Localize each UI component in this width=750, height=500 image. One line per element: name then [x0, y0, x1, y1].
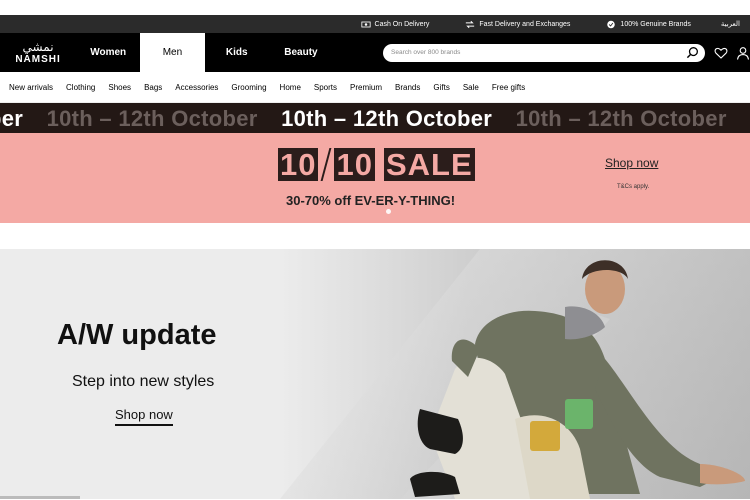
top-strip [0, 0, 750, 15]
cash-icon [360, 21, 371, 27]
terms-note: T&Cs apply. [617, 184, 650, 190]
marquee-text: 10th – 12th October [46, 106, 258, 131]
sale-dates-marquee: ber 10th – 12th October 10th – 12th Octo… [0, 103, 750, 133]
category-free-gifts[interactable]: Free gifts [492, 83, 525, 92]
sale-title: 10 10 SALE [278, 146, 475, 182]
search-box [383, 43, 706, 62]
tab-beauty[interactable]: Beauty [269, 33, 333, 72]
horizontal-scrollbar[interactable] [0, 496, 80, 499]
utility-delivery-label: Fast Delivery and Exchanges [479, 20, 571, 28]
language-switch[interactable]: العربية [721, 20, 740, 28]
aw-update-hero[interactable]: A/W update Step into new styles Shop now [0, 249, 750, 499]
logo-latin-text: NAMSHI [15, 53, 61, 65]
carousel-dot[interactable] [386, 209, 391, 214]
category-brands[interactable]: Brands [395, 83, 420, 92]
tab-men[interactable]: Men [140, 33, 205, 72]
hero-model-photo [280, 249, 750, 499]
category-shoes[interactable]: Shoes [108, 83, 131, 92]
marquee-track: ber 10th – 12th October 10th – 12th Octo… [0, 106, 750, 132]
section-spacer [0, 223, 750, 249]
category-clothing[interactable]: Clothing [66, 83, 95, 92]
utility-cod[interactable]: Cash On Delivery [360, 20, 430, 29]
category-sale[interactable]: Sale [463, 83, 479, 92]
utility-genuine-label: 100% Genuine Brands [620, 20, 691, 28]
utility-delivery[interactable]: Fast Delivery and Exchanges [465, 20, 570, 29]
category-gifts[interactable]: Gifts [433, 83, 449, 92]
category-bags[interactable]: Bags [144, 83, 162, 92]
sale-title-part: 10 [334, 146, 375, 182]
utility-bar: Cash On Delivery Fast Delivery and Excha… [0, 15, 750, 33]
slash-divider [321, 148, 331, 181]
header-icons [714, 33, 750, 72]
hero-shop-now-link[interactable]: Shop now [115, 407, 173, 426]
category-accessories[interactable]: Accessories [175, 83, 218, 92]
category-sports[interactable]: Sports [314, 83, 337, 92]
utility-cod-label: Cash On Delivery [374, 20, 430, 28]
tab-women[interactable]: Women [76, 33, 140, 72]
tab-kids[interactable]: Kids [205, 33, 269, 72]
sale-subtitle: 30-70% off EV-ER-Y-THING! [286, 193, 456, 208]
badge-check-icon [607, 20, 616, 28]
sale-title-part: SALE [383, 146, 475, 182]
category-grooming[interactable]: Grooming [231, 83, 266, 92]
search-input[interactable] [391, 49, 687, 56]
category-new-arrivals[interactable]: New arrivals [9, 83, 53, 92]
account-user-icon[interactable] [736, 46, 750, 60]
marquee-text: ber [0, 106, 24, 131]
category-premium[interactable]: Premium [350, 83, 382, 92]
main-header: نمشي NAMSHI Women Men Kids Beauty [0, 33, 750, 72]
sale-promo-banner[interactable]: 10 10 SALE 30-70% off EV-ER-Y-THING! Sho… [0, 133, 750, 223]
promo-shop-now-link[interactable]: Shop now [605, 156, 658, 170]
hero-subtitle: Step into new styles [72, 373, 215, 390]
search-wrap [383, 33, 706, 72]
logo-arabic-text: نمشي [22, 39, 54, 54]
marquee-text: 10th – 12th October [515, 106, 727, 131]
exchange-icon [466, 20, 475, 28]
marquee-text: 10th – 12th October [281, 106, 493, 131]
search-icon[interactable] [686, 46, 699, 59]
utility-genuine[interactable]: 100% Genuine Brands [606, 20, 691, 29]
namshi-logo[interactable]: نمشي NAMSHI [0, 33, 76, 72]
sale-title-part: 10 [278, 146, 319, 182]
hero-title: A/W update [57, 319, 217, 351]
category-home[interactable]: Home [280, 83, 301, 92]
category-nav: New arrivals Clothing Shoes Bags Accesso… [0, 72, 750, 103]
wishlist-heart-icon[interactable] [714, 46, 728, 60]
